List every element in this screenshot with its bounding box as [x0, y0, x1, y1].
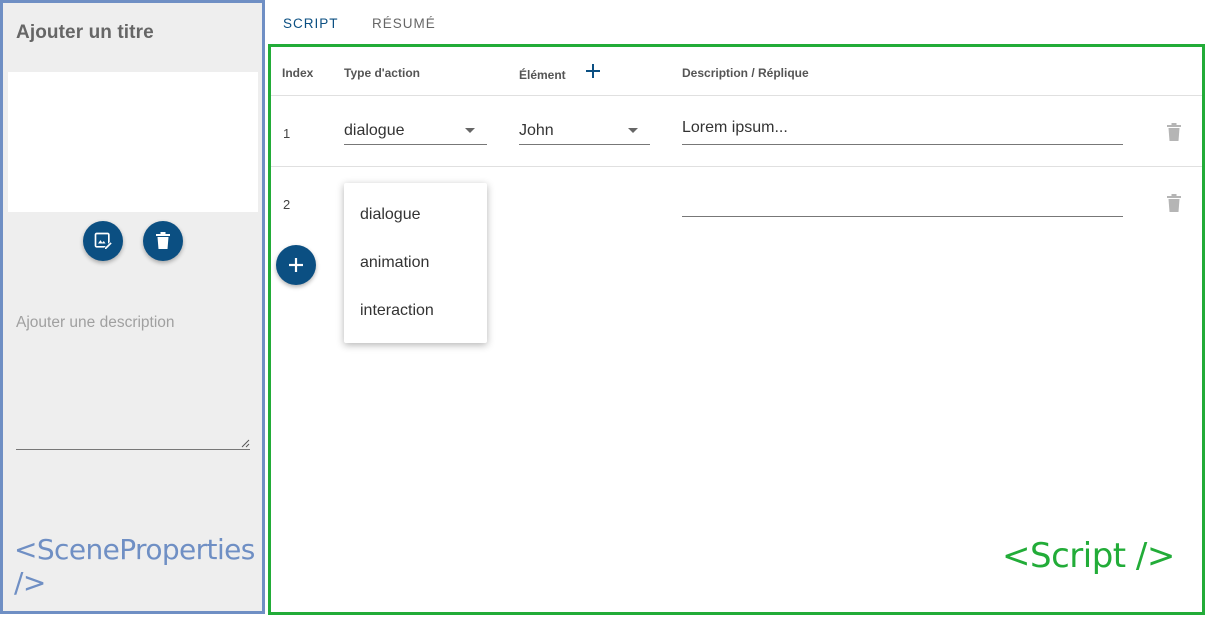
element-select[interactable]: John	[519, 115, 650, 145]
scene-image-area	[8, 72, 258, 212]
description-input[interactable]: Lorem ipsum...	[682, 115, 1123, 145]
header-element: Élément	[519, 68, 566, 82]
resize-handle-icon[interactable]	[241, 439, 250, 448]
delete-row-button[interactable]	[1167, 123, 1181, 141]
script-panel: Index Type d'action Élément Description …	[268, 44, 1205, 615]
header-index: Index	[282, 66, 314, 80]
table-header: Index Type d'action Élément Description …	[271, 47, 1202, 96]
trash-icon	[156, 232, 170, 249]
delete-row-button[interactable]	[1167, 194, 1181, 212]
row-index: 2	[283, 197, 291, 212]
action-type-select[interactable]: dialogue	[344, 115, 487, 145]
scene-title-input[interactable]: Ajouter un titre	[16, 22, 154, 44]
element-value: John	[519, 122, 554, 139]
scene-description-textarea[interactable]: Ajouter une description	[16, 303, 250, 450]
description-input[interactable]	[682, 187, 1123, 217]
dropdown-arrow-icon	[465, 128, 475, 133]
action-type-value: dialogue	[344, 122, 405, 139]
description-placeholder: Ajouter une description	[16, 314, 175, 331]
dropdown-arrow-icon	[628, 128, 638, 133]
tab-script[interactable]: SCRIPT	[283, 16, 339, 31]
add-row-button[interactable]	[276, 245, 316, 285]
action-type-dropdown-menu: dialogue animation interaction	[344, 183, 487, 343]
scene-properties-panel: Ajouter un titre Ajouter une description…	[0, 0, 265, 614]
dropdown-option-dialogue[interactable]: dialogue	[344, 191, 487, 239]
table-row: 1 dialogue John Lorem ipsum...	[271, 96, 1202, 167]
scene-properties-caption: <SceneProperties />	[14, 533, 255, 599]
add-element-button[interactable]	[585, 63, 601, 79]
dropdown-option-animation[interactable]: animation	[344, 239, 487, 287]
description-value: Lorem ipsum...	[682, 119, 788, 136]
edit-image-button[interactable]	[83, 221, 123, 261]
script-caption: <Script />	[1002, 536, 1175, 576]
header-action-type: Type d'action	[344, 66, 420, 80]
tab-bar: SCRIPT RÉSUMÉ	[268, 0, 1207, 44]
plus-icon	[289, 258, 303, 272]
header-description: Description / Réplique	[682, 66, 809, 80]
row-index: 1	[283, 126, 291, 141]
edit-image-icon	[94, 232, 113, 250]
tab-resume[interactable]: RÉSUMÉ	[372, 16, 436, 31]
dropdown-option-interaction[interactable]: interaction	[344, 287, 487, 335]
delete-image-button[interactable]	[143, 221, 183, 261]
